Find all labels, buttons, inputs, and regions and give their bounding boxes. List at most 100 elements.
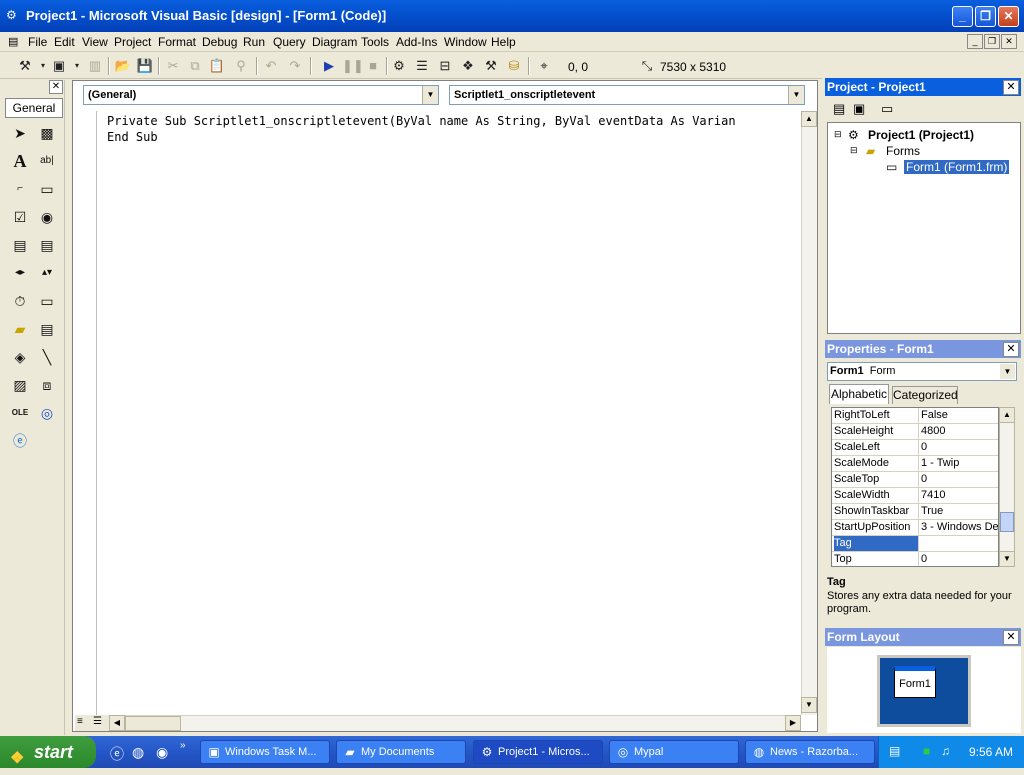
project-root-node[interactable]: Project1 (Project1) xyxy=(868,128,974,142)
textbox-tool-icon[interactable]: ab| xyxy=(36,150,58,172)
property-row[interactable]: ScaleTop 0 xyxy=(832,472,998,488)
task-button-news[interactable]: ◍ News - Razorba... xyxy=(745,740,875,764)
ie-icon[interactable]: ⓔ xyxy=(110,744,124,764)
scroll-down-icon[interactable]: ▼ xyxy=(999,551,1015,567)
ole-tool-icon[interactable]: OLE xyxy=(9,402,31,424)
checkbox-tool-icon[interactable]: ☑ xyxy=(9,206,31,228)
filelistbox-tool-icon[interactable]: ▤ xyxy=(36,318,58,340)
mdi-minimize-button[interactable]: _ xyxy=(967,34,983,49)
form-layout-icon[interactable]: ⊟ xyxy=(436,57,454,75)
object-browser-icon[interactable]: ❖ xyxy=(459,57,477,75)
object-selector[interactable]: Form1 Form ▼ xyxy=(827,362,1017,381)
view-object-icon[interactable]: ▣ xyxy=(853,101,865,117)
menu-window[interactable]: Window xyxy=(444,35,487,49)
vscrollbar-tool-icon[interactable]: ▴▾ xyxy=(36,262,58,284)
task-button-mypal[interactable]: ◎ Mypal xyxy=(609,740,739,764)
data-tool-icon[interactable]: ⧈ xyxy=(36,374,58,396)
menu-tools[interactable]: Tools xyxy=(361,35,389,49)
property-row[interactable]: ShowInTaskbar True xyxy=(832,504,998,520)
chevron-right-icon[interactable]: » xyxy=(180,740,186,751)
commandbutton-tool-icon[interactable]: ▭ xyxy=(36,178,58,200)
menu-add-ins[interactable]: Add-Ins xyxy=(396,35,437,49)
picturebox-tool-icon[interactable]: ▩ xyxy=(36,122,58,144)
full-module-view-icon[interactable]: ☰ xyxy=(93,716,102,727)
network-icon[interactable]: ■ xyxy=(923,744,930,758)
toggle-folders-icon[interactable]: ▭ xyxy=(881,101,893,117)
menu-debug[interactable]: Debug xyxy=(202,35,237,49)
property-value[interactable]: False xyxy=(918,408,998,423)
scroll-up-icon[interactable]: ▲ xyxy=(801,111,817,127)
hscrollbar-tool-icon[interactable]: ◂▸ xyxy=(9,262,31,284)
dirlistbox-tool-icon[interactable]: ▰ xyxy=(9,318,31,340)
vb-app-icon[interactable]: ⚙ xyxy=(6,8,17,22)
property-value[interactable] xyxy=(918,536,998,551)
open-icon[interactable]: 📂 xyxy=(114,57,132,75)
start-icon[interactable]: ▶ xyxy=(320,57,338,75)
scroll-up-icon[interactable]: ▲ xyxy=(999,407,1015,423)
toolbox-icon[interactable]: ⚒ xyxy=(482,57,500,75)
mdi-restore-button[interactable]: ❐ xyxy=(984,34,1000,49)
code-window-icon[interactable]: ▤ xyxy=(8,35,18,48)
shape-tool-icon[interactable]: ◈ xyxy=(9,346,31,368)
close-button[interactable]: ✕ xyxy=(998,6,1019,27)
chevron-down-icon[interactable]: ▼ xyxy=(1000,364,1015,379)
property-value[interactable]: 3 - Windows Del xyxy=(918,520,998,535)
chevron-down-icon[interactable]: ▾ xyxy=(68,57,86,75)
volume-icon[interactable]: ♫ xyxy=(941,744,950,758)
minimize-button[interactable]: _ xyxy=(952,6,973,27)
scroll-thumb[interactable] xyxy=(125,716,181,731)
image-tool-icon[interactable]: ▨ xyxy=(9,374,31,396)
media-tool-icon[interactable]: ◎ xyxy=(36,402,58,424)
property-value[interactable]: 4800 xyxy=(918,424,998,439)
property-value[interactable]: 0 xyxy=(918,440,998,455)
scroll-left-icon[interactable]: ◀ xyxy=(109,715,125,731)
property-value[interactable]: 0 xyxy=(918,552,998,566)
toolbox-tab-general[interactable]: General xyxy=(5,98,63,118)
collapse-icon[interactable]: ⊟ xyxy=(834,129,842,140)
tab-alphabetic[interactable]: Alphabetic xyxy=(829,384,889,404)
listbox-tool-icon[interactable]: ▤ xyxy=(36,234,58,256)
property-value[interactable]: 1 - Twip xyxy=(918,456,998,471)
property-row[interactable]: ScaleLeft 0 xyxy=(832,440,998,456)
scroll-down-icon[interactable]: ▼ xyxy=(801,697,817,713)
property-row[interactable]: StartUpPosition 3 - Windows Del xyxy=(832,520,998,536)
property-row[interactable]: ScaleMode 1 - Twip xyxy=(832,456,998,472)
margin-indicator-bar[interactable] xyxy=(73,111,97,715)
scroll-thumb[interactable] xyxy=(1000,512,1014,532)
data-view-icon[interactable]: ⛁ xyxy=(505,57,523,75)
find-icon[interactable]: ⚲ xyxy=(232,57,250,75)
procedure-combo[interactable]: Scriptlet1_onscriptletevent ▼ xyxy=(449,85,805,105)
object-combo[interactable]: (General) ▼ xyxy=(83,85,439,105)
form1-node[interactable]: Form1 (Form1.frm) xyxy=(904,160,1010,174)
cut-icon[interactable]: ✂ xyxy=(164,57,182,75)
copy-icon[interactable]: ⧉ xyxy=(186,57,204,75)
menu-run[interactable]: Run xyxy=(243,35,265,49)
menu-diagram[interactable]: Diagram xyxy=(312,35,357,49)
properties-window-icon[interactable]: ☰ xyxy=(413,57,431,75)
add-form-icon[interactable]: ▣ xyxy=(50,57,68,75)
chevron-down-icon[interactable]: ▼ xyxy=(422,86,438,104)
toolbox-close-button[interactable]: ✕ xyxy=(49,80,63,94)
browser-quicklaunch-icon[interactable]: ◍ xyxy=(132,744,144,761)
tab-categorized[interactable]: Categorized xyxy=(892,386,958,404)
media-player-icon[interactable]: ◉ xyxy=(156,744,168,761)
task-button-visual-basic[interactable]: ⚙ Project1 - Micros... xyxy=(473,740,603,764)
code-vertical-scrollbar[interactable]: ▲ ▼ xyxy=(801,111,817,715)
properties-scrollbar[interactable]: ▲ ▼ xyxy=(999,407,1015,567)
forms-folder-node[interactable]: Forms xyxy=(886,144,920,158)
label-tool-icon[interactable]: A xyxy=(9,150,31,172)
drivelistbox-tool-icon[interactable]: ▭ xyxy=(36,290,58,312)
scroll-right-icon[interactable]: ▶ xyxy=(785,715,801,731)
timer-tool-icon[interactable]: ⏱ xyxy=(9,290,31,312)
optionbutton-tool-icon[interactable]: ◉ xyxy=(36,206,58,228)
mdi-close-button[interactable]: ✕ xyxy=(1001,34,1017,49)
redo-icon[interactable]: ↷ xyxy=(286,57,304,75)
task-button-task-manager[interactable]: ▣ Windows Task M... xyxy=(200,740,330,764)
break-icon[interactable]: ❚❚ xyxy=(342,57,364,75)
form-layout-close-button[interactable]: ✕ xyxy=(1003,630,1019,645)
paste-icon[interactable]: 📋 xyxy=(208,57,226,75)
property-row[interactable]: Top 0 xyxy=(832,552,998,566)
project-panel-close-button[interactable]: ✕ xyxy=(1003,80,1019,95)
property-row[interactable]: RightToLeft False xyxy=(832,408,998,424)
property-row[interactable]: ScaleHeight 4800 xyxy=(832,424,998,440)
